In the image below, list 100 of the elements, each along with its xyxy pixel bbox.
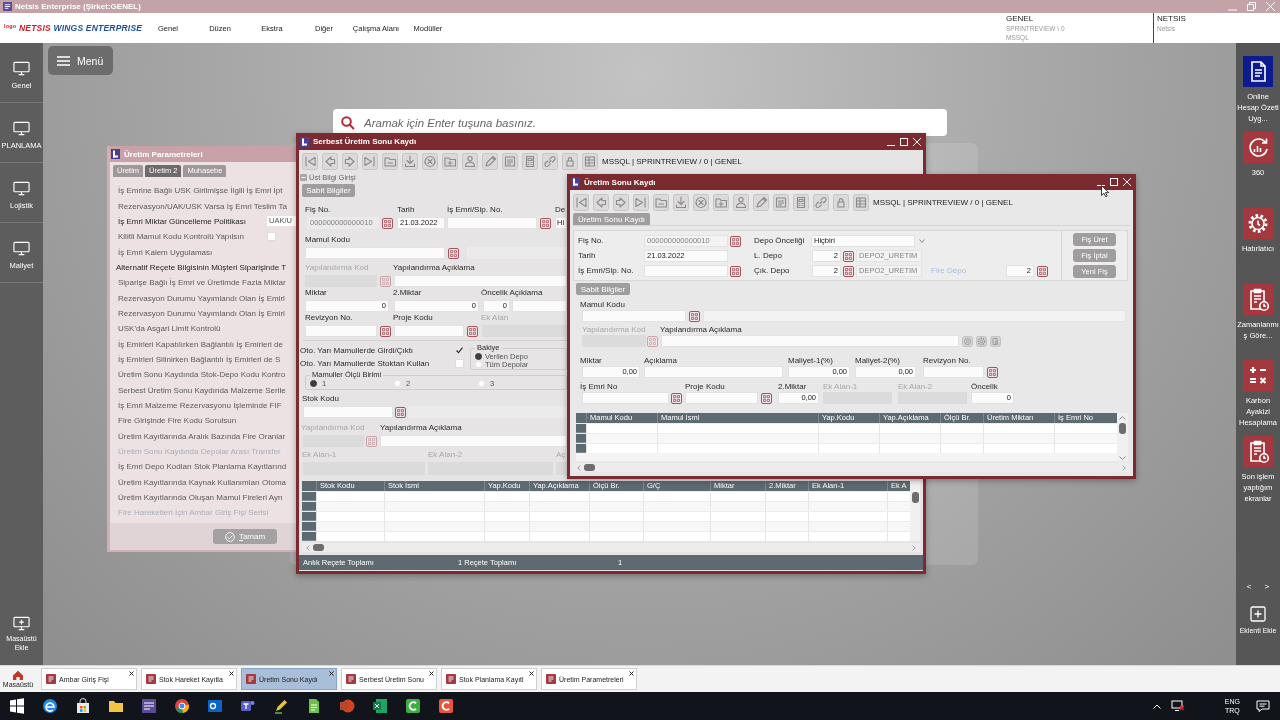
app-tile-icon[interactable] [140, 698, 157, 714]
close-icon[interactable] [429, 671, 434, 676]
scrollbar-thumb[interactable] [313, 544, 324, 551]
radio-button[interactable] [475, 352, 482, 360]
horizontal-scrollbar[interactable] [302, 543, 920, 552]
input-field[interactable] [303, 406, 393, 418]
arrow-right-icon[interactable] [613, 194, 629, 211]
input-field[interactable] [394, 325, 464, 337]
chevron-right-icon[interactable] [912, 544, 916, 551]
squares-icon[interactable] [730, 265, 741, 277]
lock-icon[interactable] [562, 153, 578, 170]
windows-logo-icon[interactable] [8, 698, 25, 714]
document-lines-icon[interactable] [502, 153, 518, 170]
arrow-left-icon[interactable] [593, 194, 609, 211]
table-icon[interactable] [582, 153, 598, 170]
row-header[interactable] [302, 522, 316, 531]
squares-icon[interactable] [730, 235, 741, 247]
input-field[interactable] [644, 366, 783, 378]
chevron-left-icon[interactable] [306, 544, 310, 551]
input-field[interactable] [305, 325, 377, 337]
caret-icon[interactable] [919, 239, 925, 243]
menu-button[interactable]: Menü [48, 46, 113, 75]
folder-minus-icon[interactable] [653, 194, 669, 211]
horizontal-scrollbar[interactable] [573, 463, 1130, 472]
scrollbar-thumb[interactable] [911, 492, 919, 503]
user-icon[interactable] [733, 194, 749, 211]
cancel-icon[interactable] [422, 153, 438, 170]
link-icon[interactable] [542, 153, 558, 170]
network-icon[interactable] [1170, 700, 1185, 712]
arrow-right-icon[interactable] [342, 153, 358, 170]
vertical-scrollbar[interactable] [1117, 413, 1128, 461]
chevron-right-icon[interactable] [1122, 464, 1126, 471]
pager-arrow[interactable]: > [1264, 582, 1270, 591]
input-field[interactable] [380, 435, 567, 447]
scrollbar-thumb[interactable] [1119, 423, 1126, 434]
pencil-icon[interactable] [482, 153, 498, 170]
mail-icon[interactable] [206, 698, 223, 714]
arrow-left-bar-icon[interactable] [573, 194, 589, 211]
app-tile-icon[interactable] [437, 698, 454, 714]
folder-icon[interactable] [107, 698, 124, 714]
table-row[interactable] [302, 521, 910, 531]
notification-icon[interactable] [1256, 700, 1270, 712]
folder-plus-icon[interactable] [442, 153, 458, 170]
squares-icon[interactable] [843, 265, 854, 277]
pager-arrow[interactable]: < [1246, 582, 1252, 591]
folder-plus-icon[interactable] [713, 194, 729, 211]
arrow-right-bar-icon[interactable] [633, 194, 649, 211]
squares-icon[interactable] [540, 217, 551, 229]
row-header[interactable] [302, 492, 316, 501]
squares-icon[interactable] [395, 406, 406, 418]
arrow-left-icon[interactable] [322, 153, 338, 170]
scrollbar-thumb[interactable] [584, 464, 595, 471]
lock-icon[interactable] [833, 194, 849, 211]
checkbox[interactable] [455, 346, 464, 355]
shopping-bag-icon[interactable] [74, 698, 91, 714]
arrow-right-bar-icon[interactable] [362, 153, 378, 170]
calculator-icon[interactable] [793, 194, 809, 211]
close-icon[interactable] [329, 671, 334, 676]
table-row[interactable] [302, 511, 910, 521]
squares-icon[interactable] [467, 325, 478, 337]
document-search-icon[interactable] [990, 335, 1001, 347]
squares-icon[interactable] [761, 392, 772, 404]
squares-icon[interactable] [843, 250, 854, 262]
input-field[interactable] [661, 335, 959, 347]
squares-icon[interactable] [1037, 265, 1048, 277]
squares-icon[interactable] [380, 325, 391, 337]
row-header[interactable] [302, 512, 316, 521]
presentation-icon[interactable] [338, 698, 355, 714]
input-field[interactable] [923, 366, 984, 378]
app-tile-icon[interactable] [404, 698, 421, 714]
close-icon[interactable] [529, 671, 534, 676]
chevron-left-icon[interactable] [577, 464, 581, 471]
document-lines-icon[interactable] [773, 194, 789, 211]
calculator-icon[interactable] [522, 153, 538, 170]
table-icon[interactable] [853, 194, 869, 211]
download-icon[interactable] [402, 153, 418, 170]
input-field[interactable] [582, 392, 669, 404]
chevron-down-icon[interactable] [1119, 456, 1126, 461]
squares-icon[interactable] [671, 392, 682, 404]
squares-icon[interactable] [448, 247, 459, 259]
close-icon[interactable] [129, 671, 134, 676]
input-field[interactable] [582, 310, 686, 322]
squares-icon[interactable] [689, 310, 700, 322]
pen-icon[interactable] [272, 698, 289, 714]
folder-minus-icon[interactable] [382, 153, 398, 170]
people-icon[interactable] [239, 698, 256, 714]
input-field[interactable] [394, 275, 567, 287]
table-row[interactable] [302, 491, 910, 501]
maximize-icon[interactable] [900, 137, 908, 146]
radio-button[interactable] [310, 380, 317, 387]
arrow-left-bar-icon[interactable] [302, 153, 318, 170]
input-field[interactable] [644, 265, 728, 277]
table-row[interactable] [302, 531, 910, 541]
gear-icon[interactable] [976, 335, 987, 347]
vertical-scrollbar[interactable] [910, 481, 920, 541]
input-field[interactable] [512, 300, 567, 312]
pencil-icon[interactable] [753, 194, 769, 211]
link-icon[interactable] [813, 194, 829, 211]
user-icon[interactable] [462, 153, 478, 170]
row-header[interactable] [302, 502, 316, 511]
